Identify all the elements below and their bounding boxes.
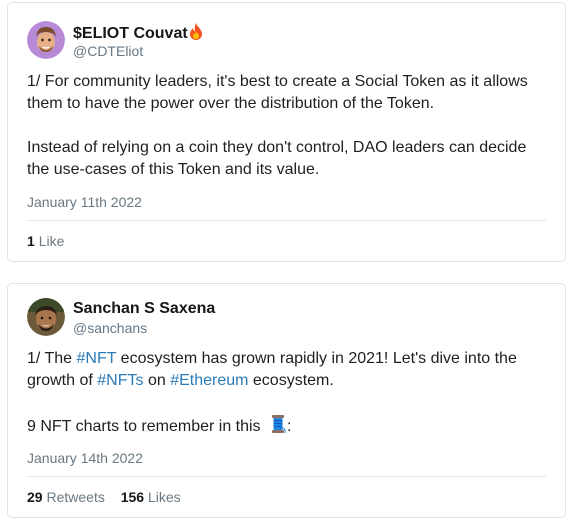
likes-metric[interactable]: 1 Like [27, 233, 64, 249]
tweet-card: $ELIOT Couvat @CDTEliot 1/ For community… [7, 2, 566, 262]
tweet-line: growth of #NFTs on #Ethereum ecosystem. [27, 372, 334, 389]
tweet-date[interactable]: January 14th 2022 [27, 450, 143, 466]
display-name[interactable]: $ELIOT Couvat [73, 23, 203, 45]
handle[interactable]: @CDTEliot [73, 43, 143, 59]
hashtag-link[interactable]: #NFT [77, 350, 117, 367]
tweet-line: Instead of relying on a coin they don't … [27, 139, 527, 156]
display-name[interactable]: Sanchan S Saxena [73, 300, 215, 318]
tweet-text: 1/ For community leaders, it's best to c… [27, 71, 552, 181]
likes-metric[interactable]: 156 Likes [121, 489, 181, 505]
tweet-metrics: 29 Retweets 156 Likes [27, 489, 193, 505]
tweet-card: Sanchan S Saxena @sanchans 1/ The #NFT e… [7, 283, 566, 518]
avatar[interactable] [27, 298, 65, 336]
divider [27, 220, 546, 221]
hashtag-link[interactable]: #Ethereum [170, 372, 248, 389]
tweet-date[interactable]: January 11th 2022 [27, 194, 142, 210]
avatar[interactable] [27, 21, 65, 59]
tweet-line: 1/ The #NFT ecosystem has grown rapidly … [27, 350, 517, 367]
fire-icon [189, 23, 203, 45]
tweet-line: 9 NFT charts to remember in this : [27, 414, 552, 441]
divider [27, 476, 546, 477]
retweets-metric[interactable]: 29 Retweets [27, 489, 105, 505]
thread-spool-icon [269, 414, 287, 441]
tweet-text: 1/ The #NFT ecosystem has grown rapidly … [27, 348, 552, 441]
tweet-line: 1/ For community leaders, it's best to c… [27, 73, 528, 90]
tweet-line: the use-cases of this Token and its valu… [27, 161, 320, 178]
tweet-metrics: 1 Like [27, 233, 76, 249]
tweet-line: them to have the power over the distribu… [27, 95, 435, 112]
handle[interactable]: @sanchans [73, 320, 147, 336]
hashtag-link[interactable]: #NFTs [97, 372, 143, 389]
